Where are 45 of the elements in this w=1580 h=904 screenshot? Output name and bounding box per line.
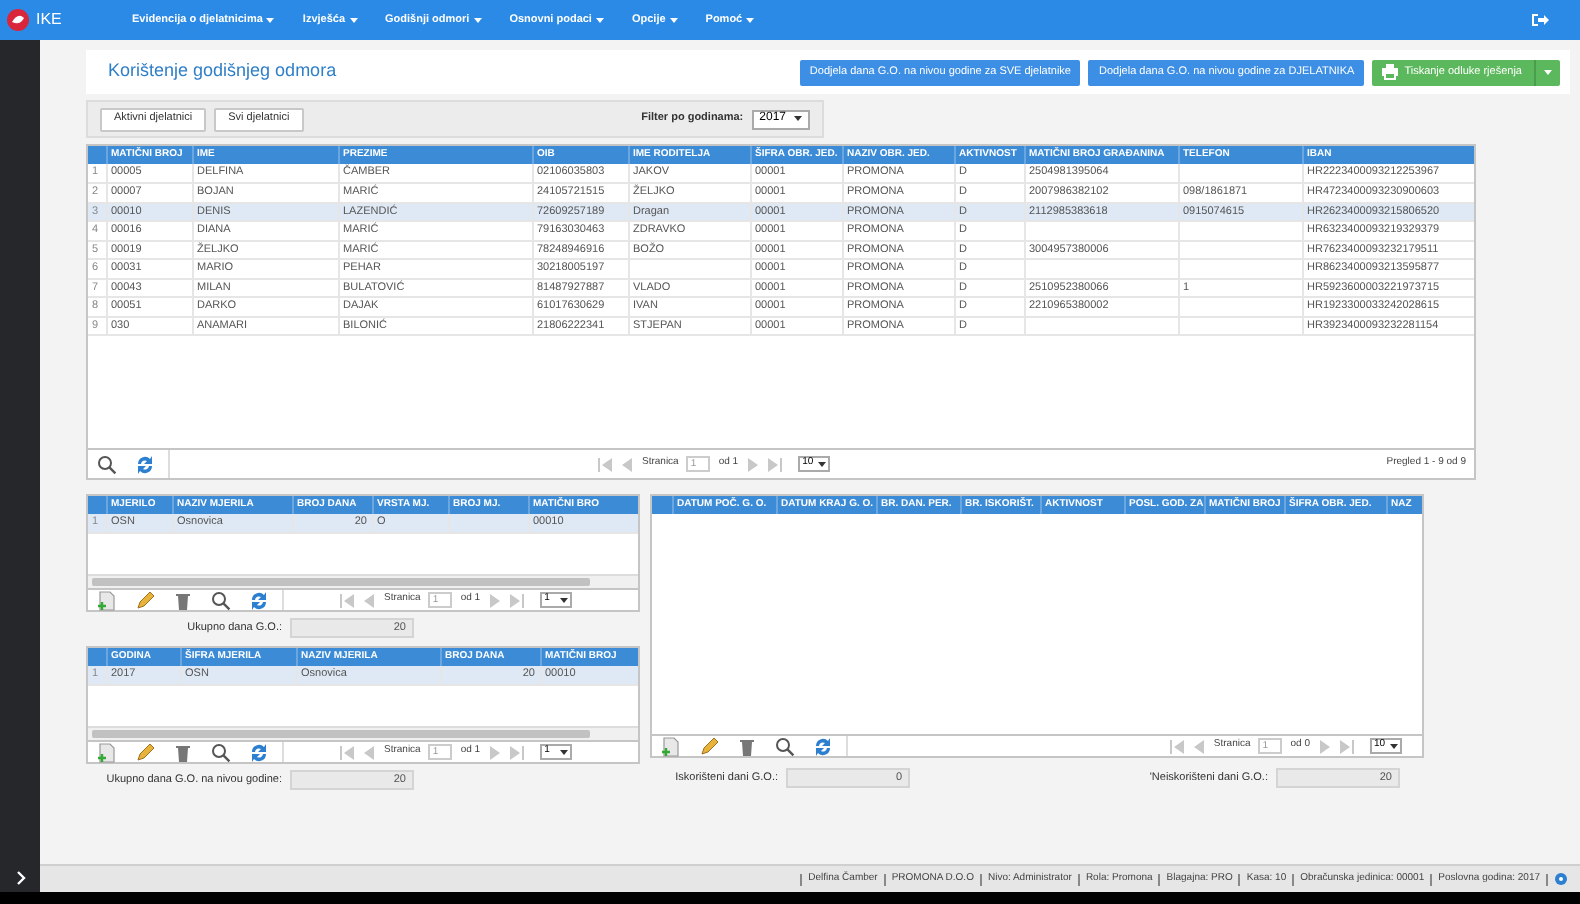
caret-icon — [818, 461, 827, 467]
caret-icon — [595, 17, 604, 23]
refresh-icon[interactable] — [812, 735, 834, 757]
trash-icon[interactable] — [736, 735, 758, 757]
caret-icon — [349, 17, 358, 23]
refresh-icon[interactable] — [134, 453, 156, 475]
caret-icon — [473, 17, 482, 23]
last-page-icon[interactable] — [1340, 739, 1354, 753]
logout-icon[interactable] — [1530, 10, 1550, 30]
trash-icon[interactable] — [172, 589, 194, 611]
last-page-icon[interactable] — [768, 457, 783, 471]
add-document-icon[interactable] — [96, 589, 118, 611]
search-icon[interactable] — [210, 589, 232, 611]
first-page-icon[interactable] — [340, 593, 354, 607]
first-page-icon[interactable] — [340, 745, 354, 759]
add-document-icon[interactable] — [96, 741, 118, 763]
settings-icon[interactable] — [1554, 872, 1568, 886]
caret-icon — [266, 17, 275, 23]
caret-icon — [560, 597, 569, 603]
horizontal-scrollbar[interactable] — [88, 726, 638, 740]
search-icon[interactable] — [210, 741, 232, 763]
trash-icon[interactable] — [172, 741, 194, 763]
search-icon[interactable] — [96, 453, 118, 475]
last-page-icon[interactable] — [510, 745, 525, 759]
caret-icon — [1544, 69, 1552, 75]
refresh-icon[interactable] — [248, 589, 270, 611]
first-page-icon[interactable] — [598, 457, 612, 471]
caret-icon — [794, 116, 802, 122]
previous-page-icon[interactable] — [620, 457, 634, 471]
page-title: Korištenje godišnjeg odmora — [108, 58, 339, 85]
caret-icon — [746, 17, 755, 23]
horizontal-scrollbar[interactable] — [88, 574, 638, 588]
brand-name[interactable]: IKE — [36, 8, 96, 32]
last-page-icon[interactable] — [510, 593, 525, 607]
caret-icon — [560, 749, 569, 755]
expand-icon[interactable] — [15, 870, 25, 886]
caret-icon — [669, 17, 678, 23]
printer-icon — [1382, 64, 1399, 80]
caret-icon — [1390, 743, 1398, 749]
next-page-icon[interactable] — [746, 457, 761, 471]
first-page-icon[interactable] — [1169, 739, 1184, 753]
logo-icon[interactable] — [6, 8, 30, 32]
search-icon[interactable] — [774, 735, 796, 757]
refresh-icon[interactable] — [248, 741, 270, 763]
add-document-icon[interactable] — [660, 735, 682, 757]
